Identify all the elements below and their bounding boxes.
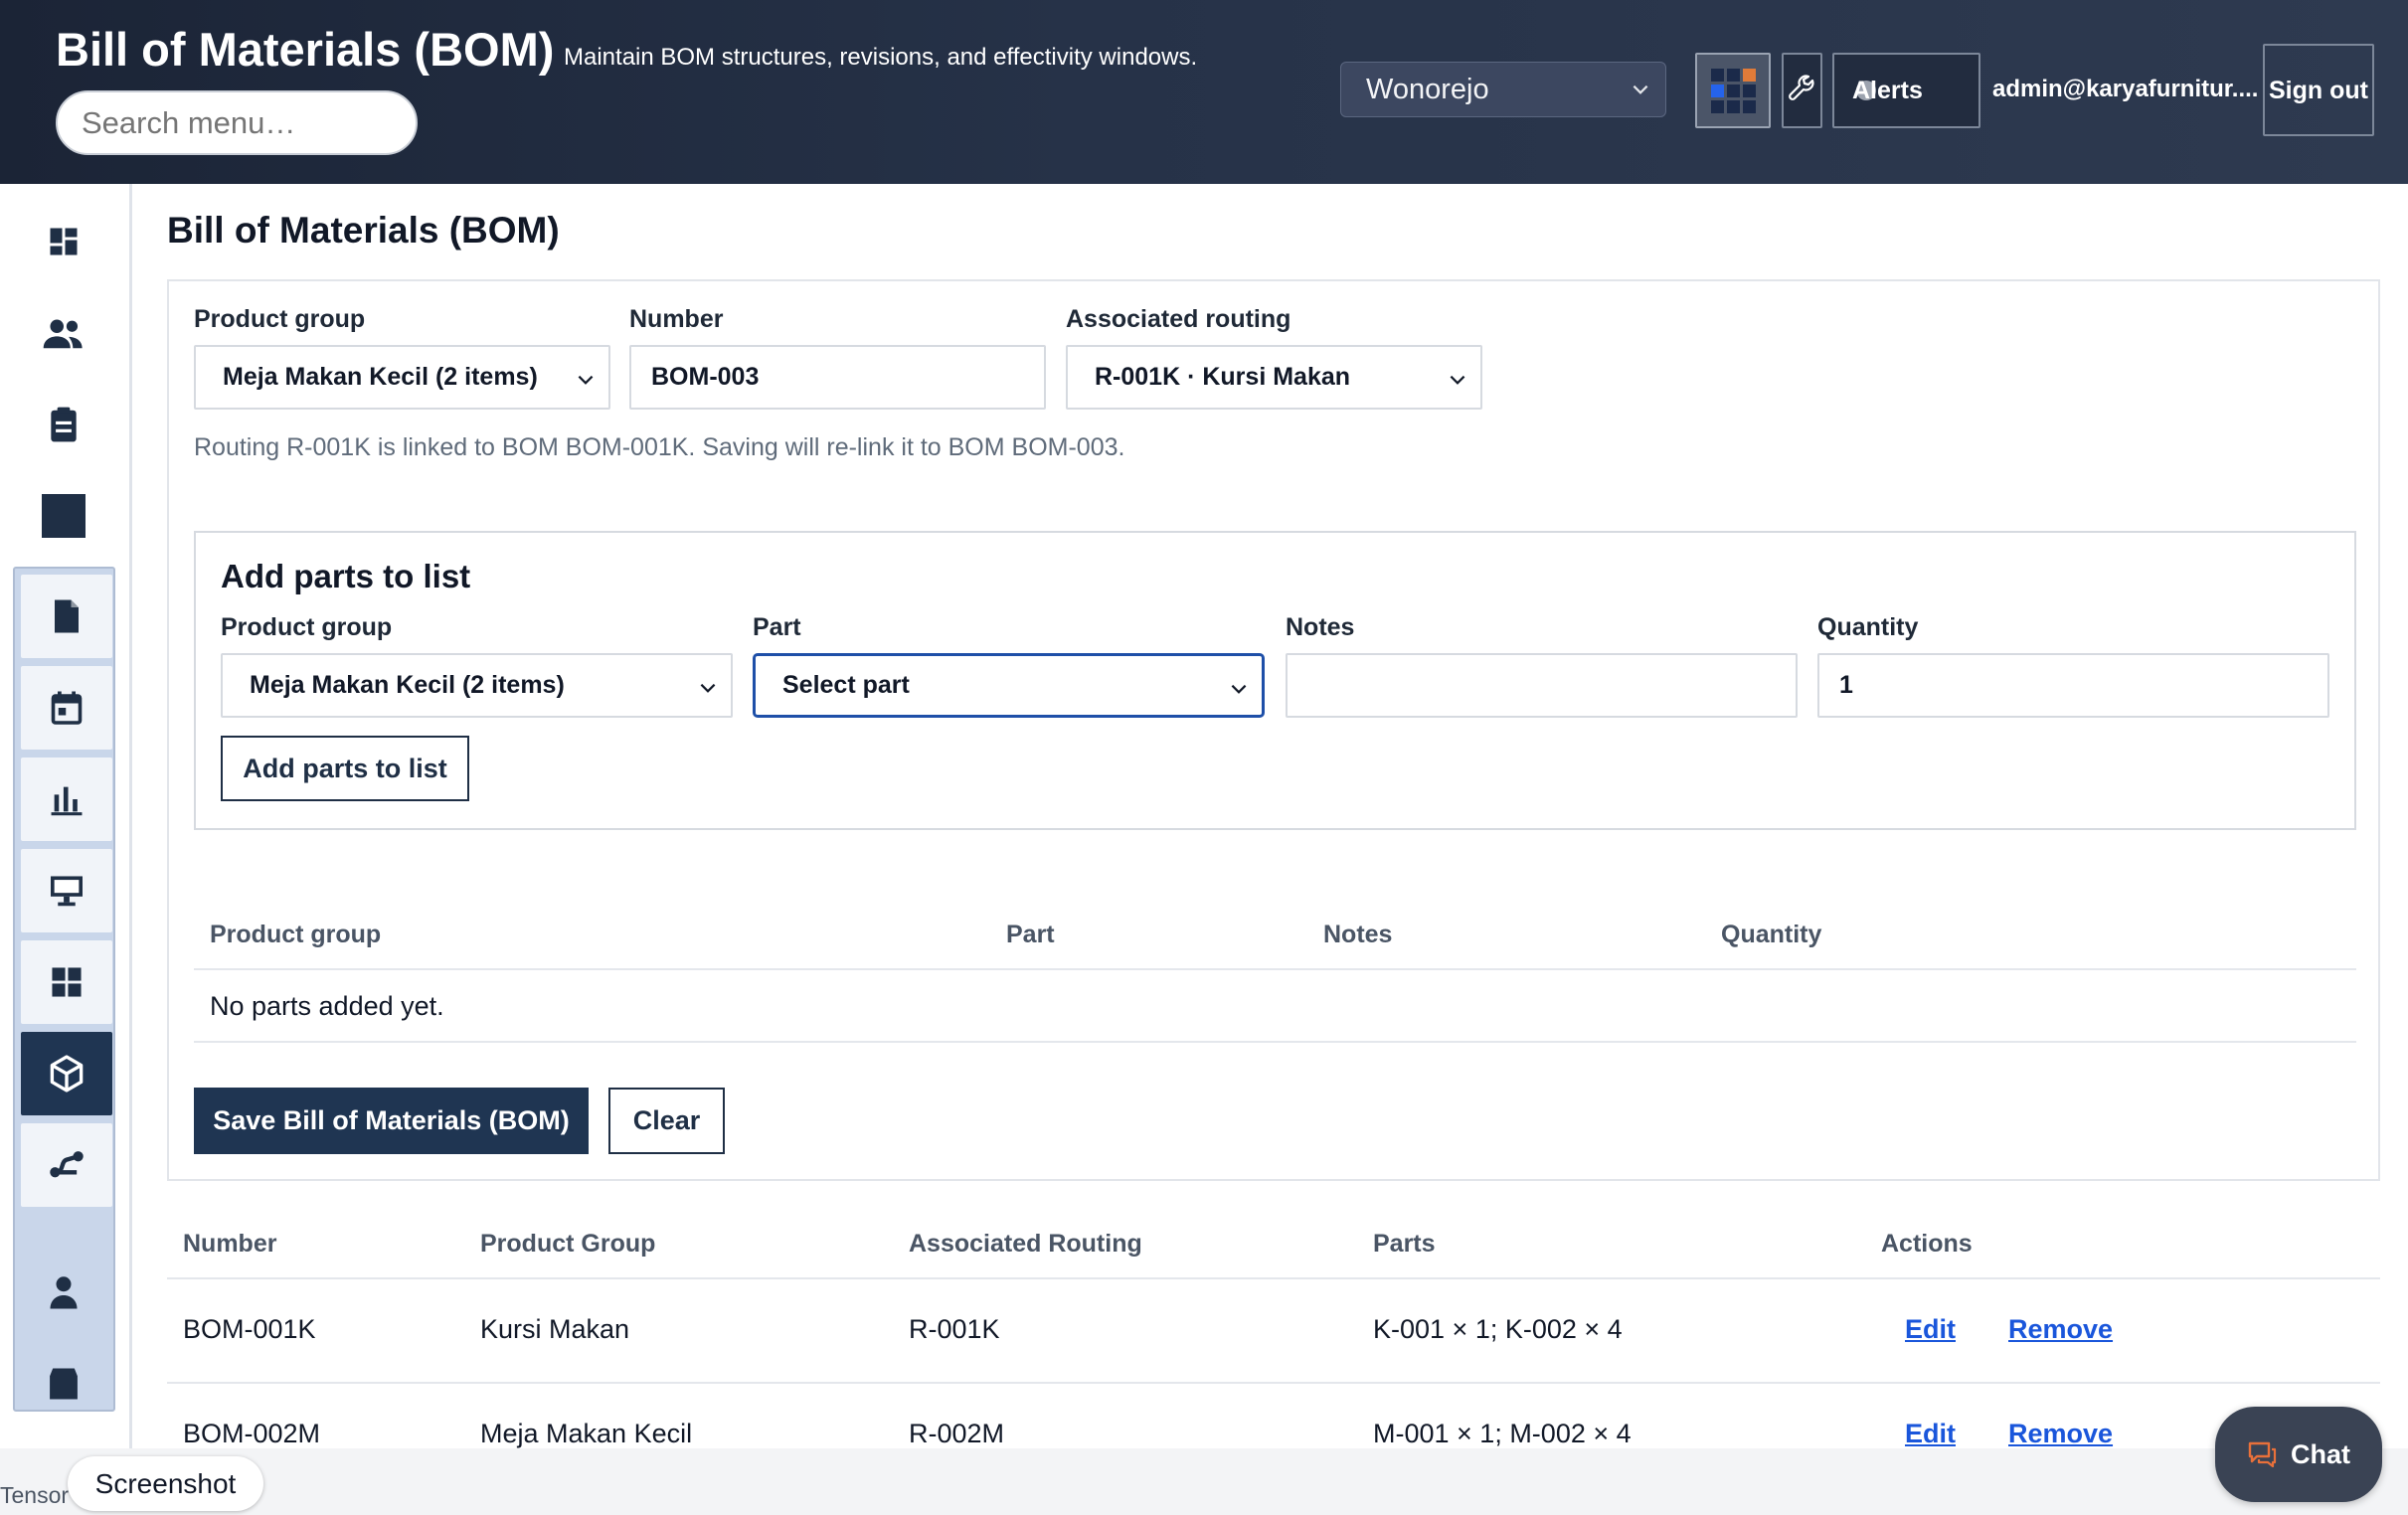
quantity-label: Quantity bbox=[1817, 613, 1919, 641]
clipboard-icon[interactable] bbox=[18, 383, 109, 466]
app-subtitle: Maintain BOM structures, revisions, and … bbox=[564, 44, 1198, 71]
remove-link[interactable]: Remove bbox=[2008, 1419, 2113, 1449]
edit-link[interactable]: Edit bbox=[1905, 1314, 1956, 1345]
screenshot-button[interactable]: Screenshot bbox=[68, 1456, 263, 1511]
part-select-value: Select part bbox=[782, 671, 910, 699]
number-input[interactable]: BOM-003 bbox=[629, 345, 1046, 410]
product-group-label: Product group bbox=[194, 305, 366, 333]
search-menu-input[interactable] bbox=[56, 90, 418, 155]
number-label: Number bbox=[629, 305, 724, 333]
site-select[interactable]: Wonorejo bbox=[1340, 62, 1666, 117]
bom-form-panel: Product group Meja Makan Kecil (2 items)… bbox=[167, 279, 2380, 1181]
edit-link[interactable]: Edit bbox=[1905, 1419, 1956, 1449]
row-product-group: Kursi Makan bbox=[480, 1314, 630, 1344]
bottom-toolbar bbox=[0, 1448, 2408, 1515]
alerts-button[interactable]: Alerts bbox=[1832, 53, 1980, 128]
chevron-down-icon bbox=[1450, 375, 1465, 385]
row-product-group: Meja Makan Kecil bbox=[480, 1419, 693, 1448]
add-parts-button[interactable]: Add parts to list bbox=[221, 736, 469, 801]
square-icon[interactable] bbox=[18, 474, 109, 558]
apps-grid-icon bbox=[1711, 69, 1756, 113]
row-routing: R-002M bbox=[909, 1419, 1005, 1448]
part-label: Part bbox=[753, 613, 801, 641]
product-group-select-value: Meja Makan Kecil (2 items) bbox=[223, 363, 538, 391]
row-routing: R-001K bbox=[909, 1314, 1000, 1344]
associated-routing-label: Associated routing bbox=[1066, 305, 1291, 333]
document-icon[interactable] bbox=[21, 575, 112, 658]
add-parts-panel: Add parts to list Product group Meja Mak… bbox=[194, 531, 2356, 830]
row-parts: M-001 × 1; M-002 × 4 bbox=[1373, 1419, 1632, 1448]
remove-link[interactable]: Remove bbox=[2008, 1314, 2113, 1345]
divider bbox=[167, 1277, 2380, 1279]
tensor-label: Tensor bbox=[0, 1482, 70, 1508]
users-icon[interactable] bbox=[18, 291, 109, 375]
cube-icon[interactable] bbox=[21, 1032, 112, 1115]
parts-empty-text: No parts added yet. bbox=[210, 991, 444, 1021]
add-parts-product-group-value: Meja Makan Kecil (2 items) bbox=[250, 671, 565, 699]
add-parts-product-group-label: Product group bbox=[221, 613, 393, 641]
add-parts-product-group-select[interactable]: Meja Makan Kecil (2 items) bbox=[221, 653, 733, 718]
bom-header-product-group: Product Group bbox=[480, 1230, 656, 1258]
notes-label: Notes bbox=[1286, 613, 1355, 641]
row-number: BOM-002M bbox=[183, 1419, 321, 1448]
chat-bubble-icon bbox=[2248, 1441, 2277, 1467]
box-icon[interactable] bbox=[18, 1342, 109, 1426]
divider bbox=[194, 968, 2356, 970]
parts-header-quantity: Quantity bbox=[1721, 921, 1822, 948]
sidebar bbox=[0, 184, 132, 1448]
parts-header-notes: Notes bbox=[1323, 921, 1393, 948]
chevron-down-icon bbox=[1231, 684, 1247, 694]
notes-input[interactable] bbox=[1286, 653, 1798, 718]
apps-grid-button[interactable] bbox=[1695, 53, 1771, 128]
bom-header-actions: Actions bbox=[1881, 1230, 1973, 1258]
save-bom-button[interactable]: Save Bill of Materials (BOM) bbox=[194, 1088, 589, 1154]
add-parts-title: Add parts to list bbox=[221, 558, 471, 594]
person-icon[interactable] bbox=[18, 1251, 109, 1334]
chat-button[interactable]: Chat bbox=[2215, 1407, 2382, 1502]
page-title: Bill of Materials (BOM) bbox=[167, 210, 560, 251]
parts-header-product-group: Product group bbox=[210, 921, 382, 948]
parts-header-part: Part bbox=[1006, 921, 1055, 948]
associated-routing-select-value: R-001K · Kursi Makan bbox=[1095, 363, 1351, 391]
divider bbox=[194, 1041, 2356, 1043]
chevron-down-icon bbox=[1633, 84, 1648, 94]
bar-chart-icon[interactable] bbox=[21, 758, 112, 841]
grid-icon[interactable] bbox=[21, 940, 112, 1024]
alerts-label: Alerts bbox=[1852, 76, 1923, 104]
part-select[interactable]: Select part bbox=[753, 653, 1265, 718]
bom-header-number: Number bbox=[183, 1230, 277, 1258]
routing-relink-hint: Routing R-001K is linked to BOM BOM-001K… bbox=[194, 433, 1125, 461]
row-parts: K-001 × 1; K-002 × 4 bbox=[1373, 1314, 1623, 1344]
route-icon[interactable] bbox=[21, 1123, 112, 1207]
bom-header-parts: Parts bbox=[1373, 1230, 1436, 1258]
row-number: BOM-001K bbox=[183, 1314, 316, 1344]
sign-out-button[interactable]: Sign out bbox=[2263, 44, 2374, 136]
associated-routing-select[interactable]: R-001K · Kursi Makan bbox=[1066, 345, 1482, 410]
tools-button[interactable] bbox=[1782, 53, 1822, 128]
divider bbox=[167, 1382, 2380, 1384]
chevron-down-icon bbox=[578, 375, 594, 385]
calendar-icon[interactable] bbox=[21, 666, 112, 750]
chat-label: Chat bbox=[2291, 1438, 2350, 1469]
monitor-icon[interactable] bbox=[21, 849, 112, 932]
dashboard-icon[interactable] bbox=[18, 200, 109, 283]
app-title: Bill of Materials (BOM) bbox=[56, 23, 555, 76]
quantity-input[interactable]: 1 bbox=[1817, 653, 2329, 718]
wrench-icon bbox=[1789, 75, 1814, 100]
top-header: Bill of Materials (BOM) Maintain BOM str… bbox=[0, 0, 2408, 184]
site-select-value: Wonorejo bbox=[1366, 73, 1489, 105]
product-group-select[interactable]: Meja Makan Kecil (2 items) bbox=[194, 345, 610, 410]
user-email: admin@karyafurnitur.... bbox=[1992, 76, 2259, 102]
bom-header-associated-routing: Associated Routing bbox=[909, 1230, 1142, 1258]
chevron-down-icon bbox=[700, 683, 716, 693]
clear-button[interactable]: Clear bbox=[608, 1088, 725, 1154]
